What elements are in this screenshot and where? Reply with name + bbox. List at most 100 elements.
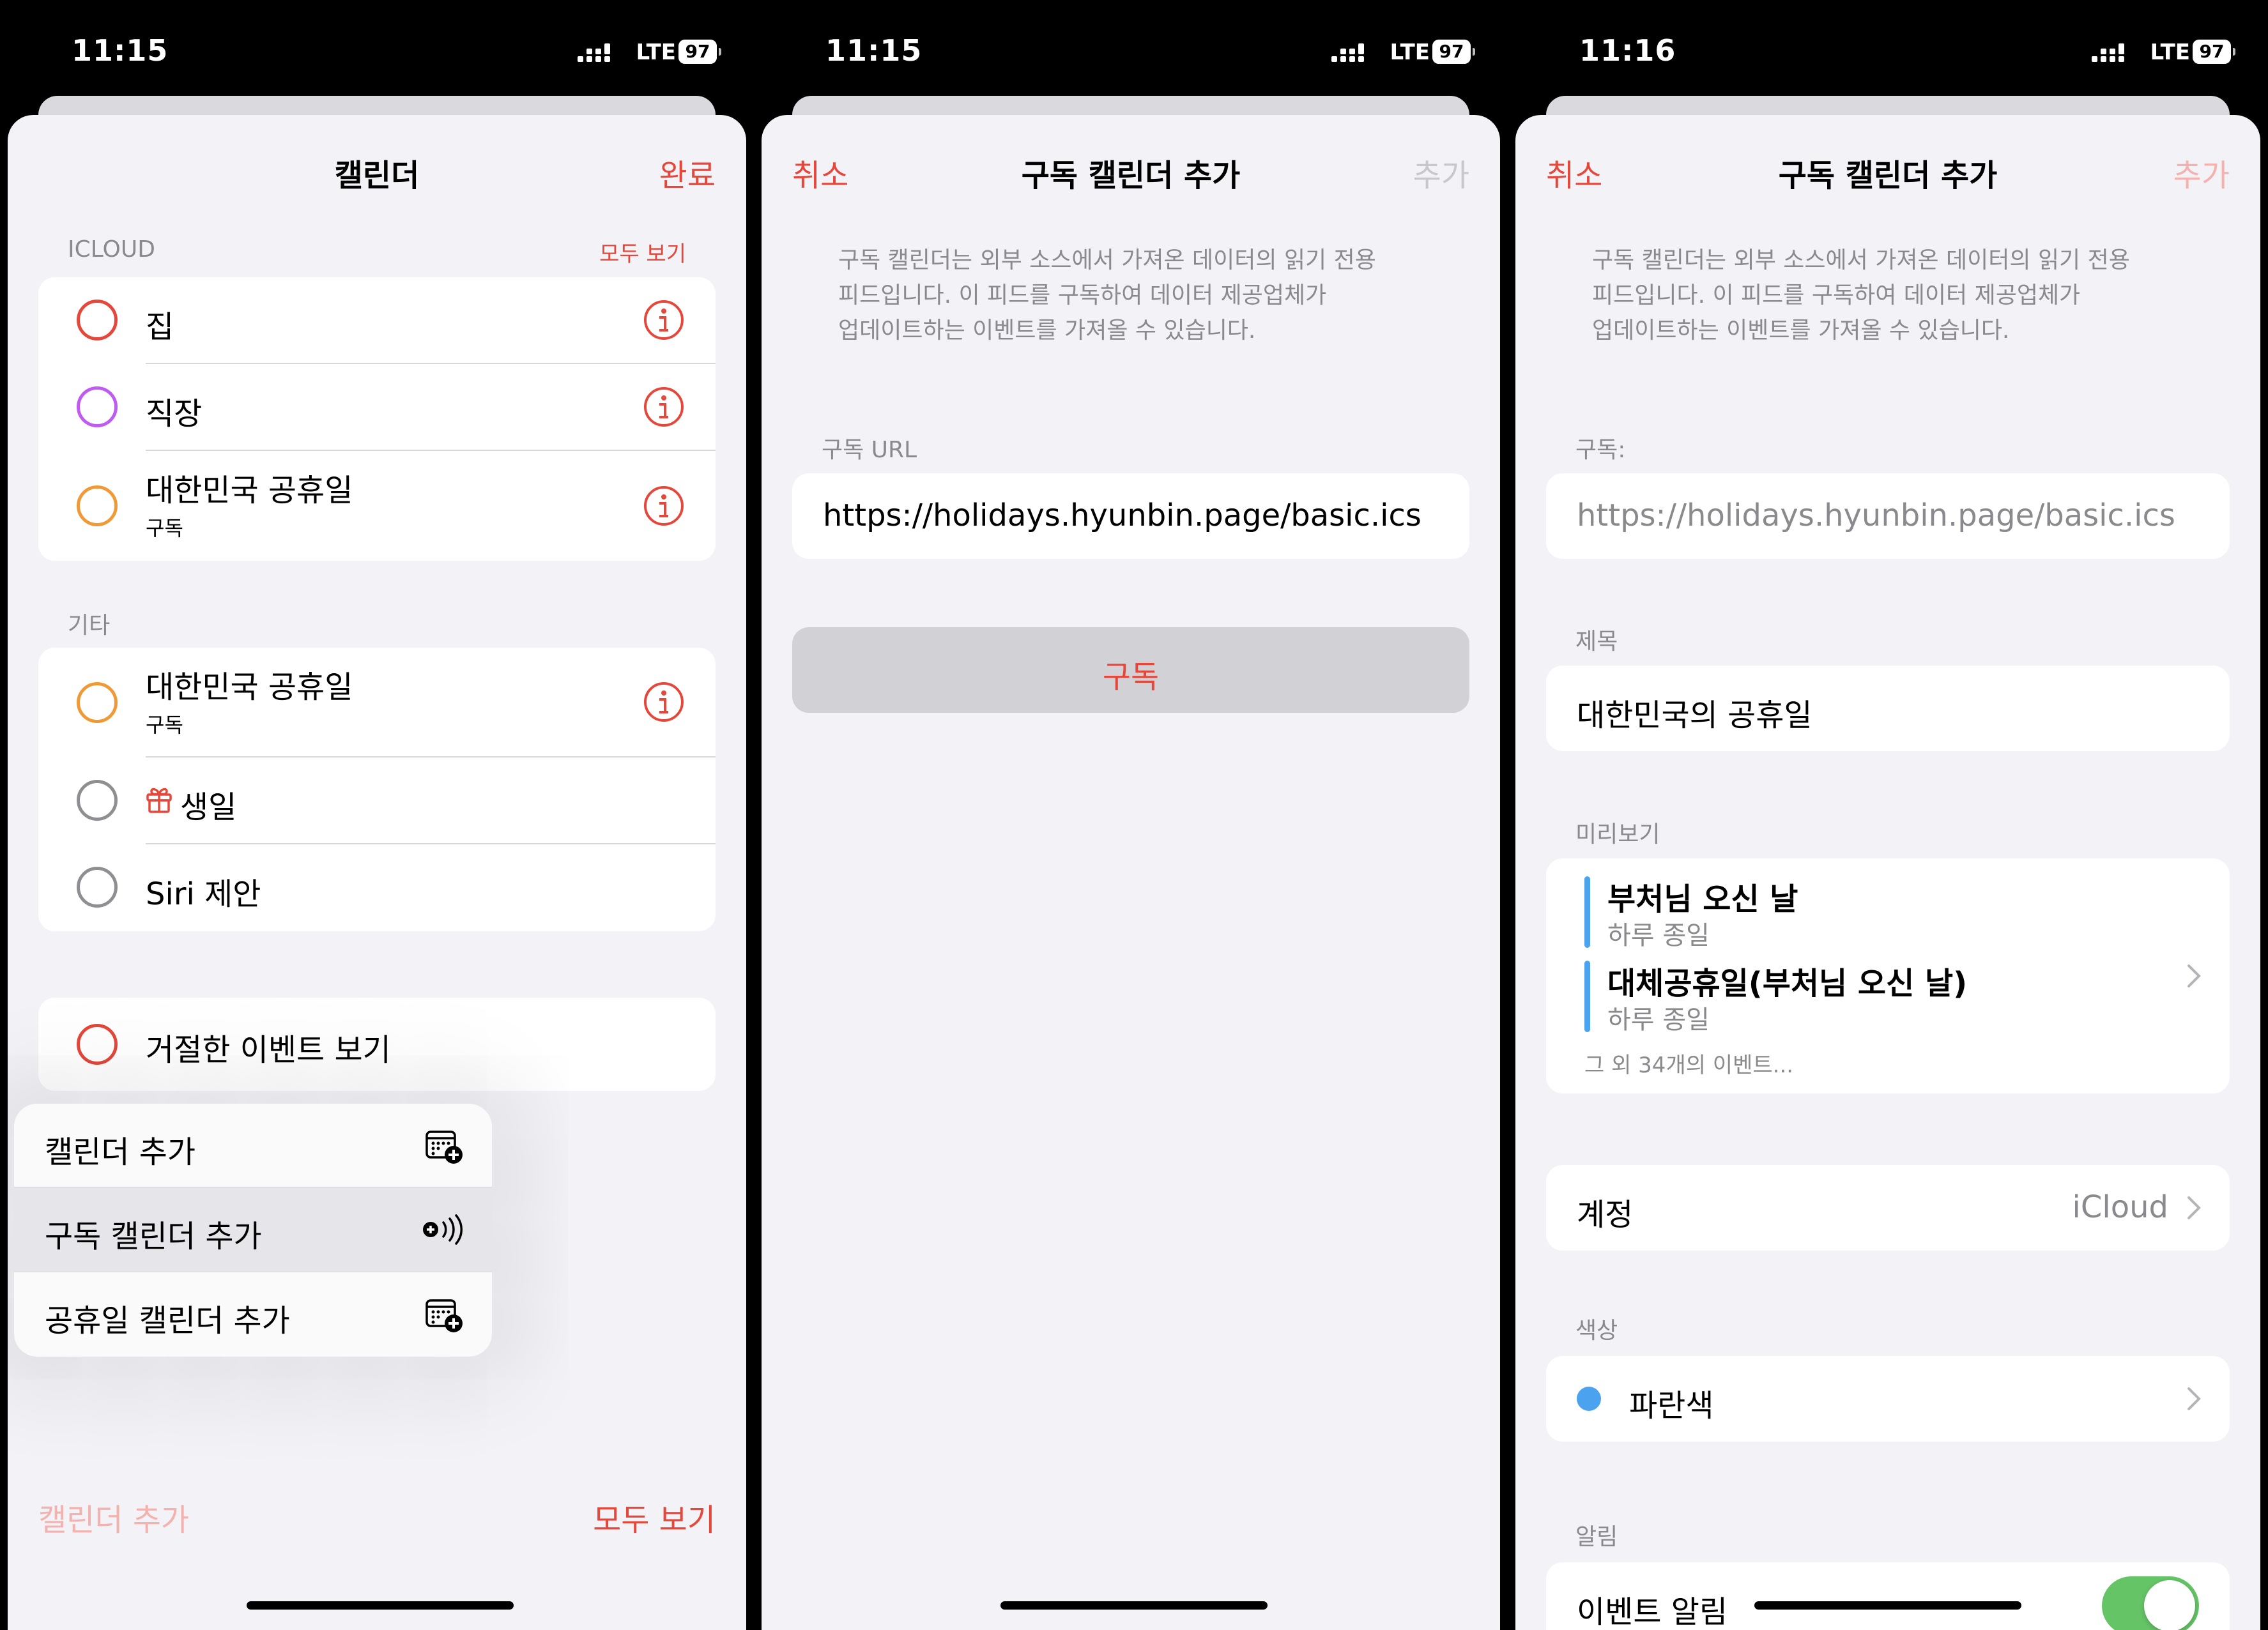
subscribe-label: 구독	[1102, 659, 1160, 695]
subscribe-button[interactable]: 구독	[792, 627, 1469, 713]
icloud-show-all-button[interactable]: 모두 보기	[599, 236, 686, 268]
color-swatch	[1577, 1387, 1601, 1411]
url-input[interactable]: https://holidays.hyunbin.page/basic.ics	[792, 473, 1469, 559]
add-calendar-button[interactable]: 캘린더 추가	[38, 1495, 189, 1539]
network-type: LTE	[636, 40, 676, 65]
chevron-right-icon	[2188, 1387, 2201, 1410]
page-title: 구독 캘린더 추가	[1778, 158, 1998, 194]
menu-item-add-calendar[interactable]: 캘린더 추가	[14, 1104, 492, 1187]
signal-icon	[1331, 43, 1364, 62]
menu-item-add-subscribed-calendar[interactable]: 구독 캘린더 추가	[14, 1188, 492, 1271]
color-section-header: 색상	[1575, 1318, 1618, 1344]
info-icon[interactable]	[643, 681, 685, 723]
subscribe-broadcast-icon	[423, 1214, 463, 1245]
status-time: 11:16	[1579, 33, 1676, 68]
declined-events-row[interactable]: 거절한 이벤트 보기	[38, 998, 716, 1091]
calendar-add-icon	[425, 1299, 463, 1332]
menu-item-label: 캘린더 추가	[45, 1134, 196, 1170]
home-indicator[interactable]	[1754, 1601, 2021, 1610]
other-section-header: 기타	[68, 613, 111, 639]
declined-events-label: 거절한 이벤트 보기	[146, 1032, 391, 1068]
status-bar: 11:15 LTE 97	[754, 0, 1508, 96]
url-input-value: https://holidays.hyunbin.page/basic.ics	[823, 498, 1421, 533]
calendar-item-birthdays[interactable]: 생일	[38, 758, 716, 843]
event-color-bar	[1584, 961, 1590, 1032]
event-color-bar	[1584, 876, 1590, 948]
description-line: 구독 캘린더는 외부 소스에서 가져온 데이터의 읽기 전용	[1592, 247, 2130, 273]
network-type: LTE	[2150, 40, 2190, 65]
subscription-url-field: https://holidays.hyunbin.page/basic.ics	[1546, 473, 2230, 559]
calendar-label: 대한민국 공휴일	[146, 669, 353, 705]
page-title: 캘린더	[334, 158, 420, 194]
status-time: 11:15	[72, 33, 169, 68]
preview-event-time: 하루 종일	[1607, 921, 1710, 950]
description-line: 업데이트하는 이벤트를 가져올 수 있습니다.	[838, 317, 1256, 344]
add-calendar-menu: 캘린더 추가 구독 캘린더 추가 공휴일 캘린더 추가	[14, 1104, 492, 1357]
calendar-add-icon	[425, 1131, 463, 1164]
add-button[interactable]: 추가	[1413, 150, 1469, 195]
checkbox-circle-icon[interactable]	[77, 867, 118, 908]
calendar-item-holidays-other[interactable]: 대한민국 공휴일 구독	[38, 648, 716, 756]
title-input[interactable]: 대한민국의 공휴일	[1546, 666, 2230, 751]
show-all-button[interactable]: 모두 보기	[593, 1495, 716, 1539]
calendars-screen: 11:15 LTE 97 캘린더 완료 ICLOUD 모두 보기 집 직장 대한…	[0, 0, 754, 1630]
checkbox-circle-icon[interactable]	[77, 780, 118, 821]
add-subscription-screen: 11:15 LTE 97 취소 구독 캘린더 추가 추가 구독 캘린더는 외부 …	[754, 0, 1508, 1630]
preview-event-time: 하루 종일	[1607, 1005, 1710, 1035]
calendar-sublabel: 구독	[146, 713, 183, 737]
menu-item-label: 공휴일 캘린더 추가	[45, 1303, 290, 1339]
description: 구독 캘린더는 외부 소스에서 가져온 데이터의 읽기 전용 피드입니다. 이 …	[1592, 243, 2196, 348]
event-alerts-toggle[interactable]	[2102, 1576, 2199, 1630]
calendar-label: 집	[146, 309, 174, 345]
color-label: 파란색	[1629, 1388, 1714, 1424]
event-alerts-row: 이벤트 알림	[1546, 1562, 2230, 1630]
menu-item-label: 구독 캘린더 추가	[45, 1219, 262, 1254]
icloud-calendar-list: 집 직장 대한민국 공휴일 구독	[38, 277, 716, 561]
battery-icon: 97	[2193, 40, 2235, 64]
other-calendar-list: 대한민국 공휴일 구독 생일 Siri 제안	[38, 648, 716, 931]
status-bar: 11:15 LTE 97	[0, 0, 754, 96]
calendar-label: 대한민국 공휴일	[146, 473, 353, 508]
done-button[interactable]: 완료	[659, 150, 716, 195]
calendar-item-work[interactable]: 직장	[38, 364, 716, 450]
checkbox-circle-icon[interactable]	[77, 386, 118, 427]
page-title: 구독 캘린더 추가	[1021, 158, 1241, 194]
subscription-details-sheet: 취소 구독 캘린더 추가 추가 구독 캘린더는 외부 소스에서 가져온 데이터의…	[1515, 115, 2260, 1630]
account-row[interactable]: 계정 iCloud	[1546, 1165, 2230, 1251]
calendar-label: 생일	[180, 789, 237, 825]
home-indicator[interactable]	[247, 1601, 514, 1610]
description: 구독 캘린더는 외부 소스에서 가져온 데이터의 읽기 전용 피드입니다. 이 …	[838, 243, 1436, 348]
status-bar: 11:16 LTE 97	[1508, 0, 2268, 96]
event-alerts-label: 이벤트 알림	[1577, 1594, 1728, 1630]
calendar-item-siri-suggestions[interactable]: Siri 제안	[38, 844, 716, 931]
account-label: 계정	[1577, 1197, 1634, 1233]
chevron-right-icon	[2188, 1196, 2201, 1219]
checkbox-circle-icon[interactable]	[77, 682, 118, 723]
signal-icon	[2092, 43, 2124, 62]
battery-icon: 97	[678, 40, 721, 64]
info-icon[interactable]	[643, 485, 685, 527]
color-row[interactable]: 파란색	[1546, 1356, 2230, 1442]
alerts-section-header: 알림	[1575, 1524, 1618, 1550]
menu-item-add-holiday-calendar[interactable]: 공휴일 캘린더 추가	[14, 1272, 492, 1355]
add-button[interactable]: 추가	[2173, 150, 2230, 195]
description-line: 구독 캘린더는 외부 소스에서 가져온 데이터의 읽기 전용	[838, 247, 1376, 273]
preview-event-title: 부처님 오신 날	[1607, 881, 1798, 917]
title-section-header: 제목	[1575, 628, 1618, 655]
checkbox-circle-icon[interactable]	[77, 300, 118, 340]
checkbox-circle-icon[interactable]	[77, 485, 118, 526]
calendar-item-holidays[interactable]: 대한민국 공휴일 구독	[38, 451, 716, 561]
home-indicator[interactable]	[1000, 1601, 1268, 1610]
signal-icon	[578, 43, 610, 62]
network-type: LTE	[1390, 40, 1430, 65]
subscription-section-header: 구독:	[1575, 437, 1626, 463]
description-line: 피드입니다. 이 피드를 구독하여 데이터 제공업체가	[1592, 282, 2081, 308]
url-section-header: 구독 URL	[822, 437, 917, 463]
subscription-sheet: 취소 구독 캘린더 추가 추가 구독 캘린더는 외부 소스에서 가져온 데이터의…	[762, 115, 1500, 1630]
description-line: 피드입니다. 이 피드를 구독하여 데이터 제공업체가	[838, 282, 1327, 308]
info-icon[interactable]	[643, 299, 685, 341]
info-icon[interactable]	[643, 386, 685, 428]
checkbox-circle-icon[interactable]	[77, 1024, 118, 1065]
calendar-item-home[interactable]: 집	[38, 277, 716, 363]
preview-card[interactable]: 부처님 오신 날 하루 종일 대체공휴일(부처님 오신 날) 하루 종일 그 외…	[1546, 858, 2230, 1093]
